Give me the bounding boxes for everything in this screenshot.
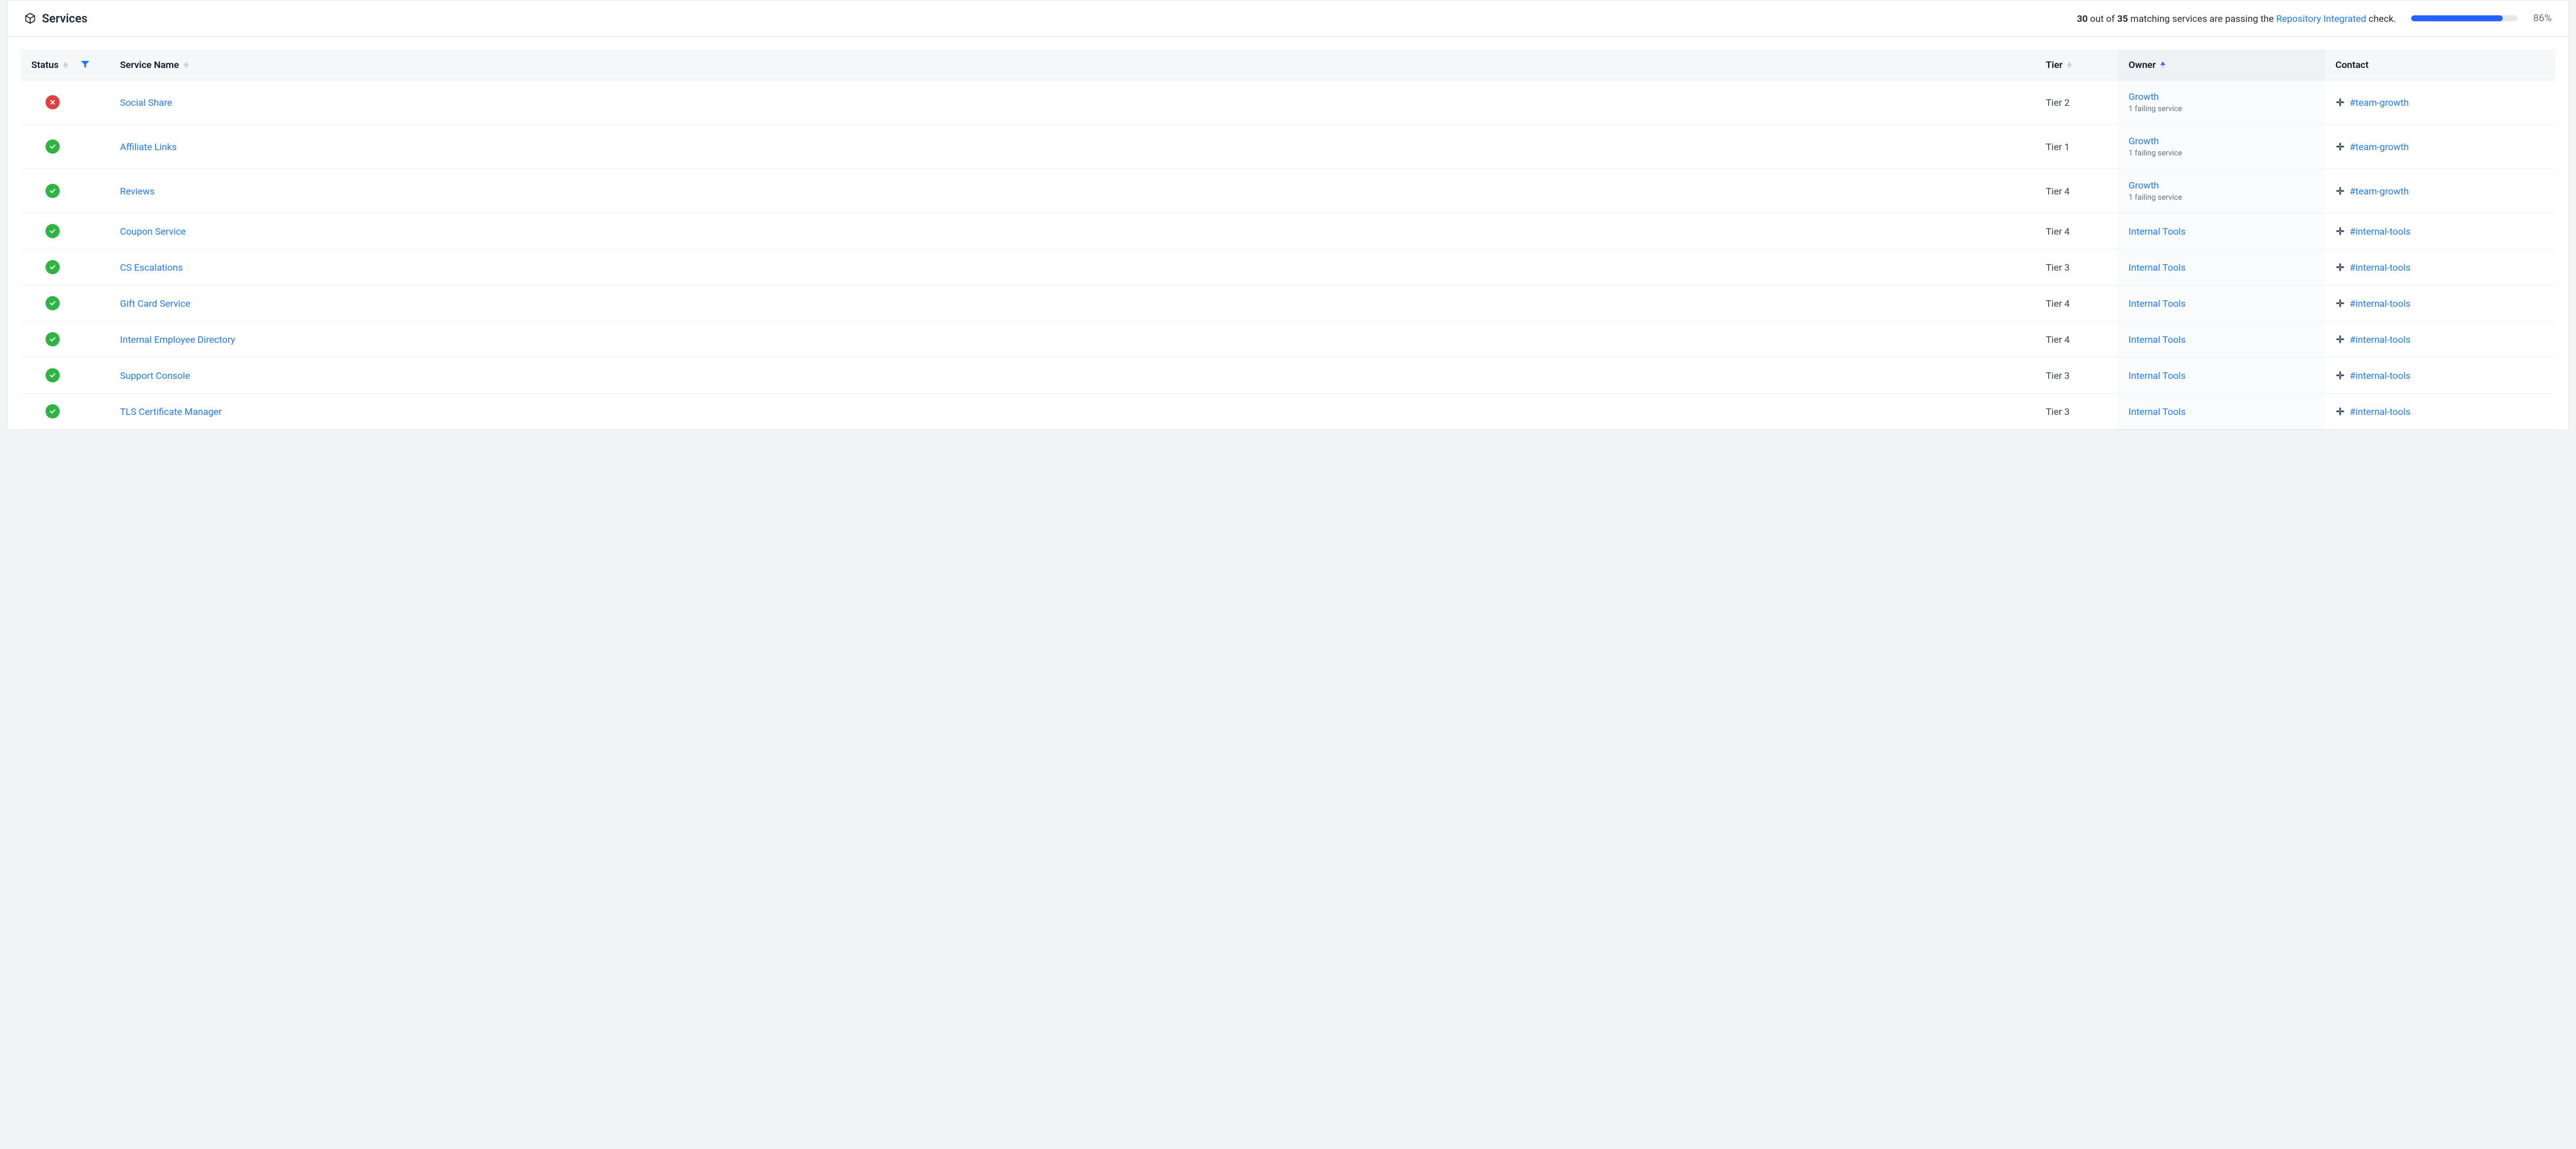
table-row: Internal Employee Directory Tier 4 Interna… [21,322,2555,358]
owner-link[interactable]: Growth [2129,180,2159,191]
col-tier-header[interactable]: Tier [2035,50,2118,80]
panel-header: Services 30 out of 35 matching services … [8,1,2568,37]
contact-link[interactable]: #team-growth [2350,186,2409,197]
tier-cell: Tier 4 [2035,169,2118,213]
tier-cell: Tier 4 [2035,322,2118,358]
slack-icon [2335,335,2345,344]
service-link[interactable]: Coupon Service [120,226,186,237]
slack-icon [2335,262,2345,272]
sort-icon [2067,61,2072,69]
progress-percent: 86% [2533,12,2552,24]
status-pass-icon [46,296,60,310]
table-row: CS Escalations Tier 3 Internal Tools #inte… [21,249,2555,285]
service-link[interactable]: CS Escalations [120,262,183,273]
table-row: Social Share Tier 2 Growth 1 failing servic… [21,80,2555,125]
contact-link[interactable]: #team-growth [2350,141,2409,152]
contact-link[interactable]: #internal-tools [2350,406,2410,417]
owner-link[interactable]: Internal Tools [2129,298,2186,309]
status-fail-icon [46,95,60,109]
slack-icon [2335,371,2345,380]
owner-link[interactable]: Growth [2129,91,2159,102]
summary-passing: 30 [2077,13,2088,24]
slack-icon [2335,98,2345,107]
status-pass-icon [46,139,60,154]
tier-cell: Tier 4 [2035,285,2118,322]
table-row: Coupon Service Tier 4 Internal Tools #inte… [21,213,2555,249]
summary-text: 30 out of 35 matching services are passi… [2077,13,2396,24]
service-link[interactable]: Social Share [120,97,172,108]
col-owner-header[interactable]: Owner [2118,50,2325,80]
cube-icon [24,12,36,24]
progress-bar [2411,15,2517,21]
contact-link[interactable]: #internal-tools [2350,226,2410,237]
summary-total: 35 [2117,13,2128,24]
col-status-header[interactable]: Status [21,50,109,80]
services-table: Status [21,50,2555,430]
tier-cell: Tier 3 [2035,249,2118,285]
status-pass-icon [46,224,60,238]
owner-link[interactable]: Growth [2129,135,2159,147]
owner-link[interactable]: Internal Tools [2129,334,2186,345]
col-name-header[interactable]: Service Name [109,50,2035,80]
status-pass-icon [46,404,60,418]
table-row: Support Console Tier 3 Internal Tools #int… [21,358,2555,394]
slack-icon [2335,298,2345,308]
owner-link[interactable]: Internal Tools [2129,262,2186,273]
contact-link[interactable]: #internal-tools [2350,298,2410,309]
filter-icon[interactable] [81,59,89,70]
service-link[interactable]: TLS Certificate Manager [120,406,222,417]
service-link[interactable]: Reviews [120,186,155,197]
service-link[interactable]: Internal Employee Directory [120,334,235,345]
table-row: Affiliate Links Tier 1 Growth 1 failing ser… [21,125,2555,169]
sort-icon [63,61,68,69]
tier-cell: Tier 2 [2035,80,2118,125]
owner-link[interactable]: Internal Tools [2129,406,2186,417]
tier-cell: Tier 1 [2035,125,2118,169]
slack-icon [2335,407,2345,416]
sort-icon-active [2160,61,2165,69]
owner-link[interactable]: Internal Tools [2129,370,2186,381]
table-row: TLS Certificate Manager Tier 3 Internal To… [21,394,2555,430]
status-pass-icon [46,184,60,198]
slack-icon [2335,142,2345,151]
owner-link[interactable]: Internal Tools [2129,226,2186,237]
table-row: Reviews Tier 4 Growth 1 failing service #te… [21,169,2555,213]
owner-subtext: 1 failing service [2129,105,2314,113]
col-contact-header[interactable]: Contact [2325,50,2555,80]
service-link[interactable]: Gift Card Service [120,298,190,309]
slack-icon [2335,226,2345,236]
owner-subtext: 1 failing service [2129,193,2314,202]
sort-icon [184,61,189,69]
table-row: Gift Card Service Tier 4 Internal Tools #i… [21,285,2555,322]
services-panel: Services 30 out of 35 matching services … [7,0,2569,430]
contact-link[interactable]: #internal-tools [2350,334,2410,345]
slack-icon [2335,186,2345,196]
tier-cell: Tier 3 [2035,394,2118,430]
status-pass-icon [46,260,60,274]
tier-cell: Tier 3 [2035,358,2118,394]
page-title: Services [42,11,87,25]
contact-link[interactable]: #internal-tools [2350,370,2410,381]
contact-link[interactable]: #internal-tools [2350,262,2410,273]
owner-subtext: 1 failing service [2129,149,2314,158]
status-pass-icon [46,332,60,346]
check-link[interactable]: Repository Integrated [2276,13,2366,24]
status-pass-icon [46,368,60,382]
service-link[interactable]: Affiliate Links [120,141,177,152]
tier-cell: Tier 4 [2035,213,2118,249]
service-link[interactable]: Support Console [120,370,190,381]
contact-link[interactable]: #team-growth [2350,97,2409,108]
